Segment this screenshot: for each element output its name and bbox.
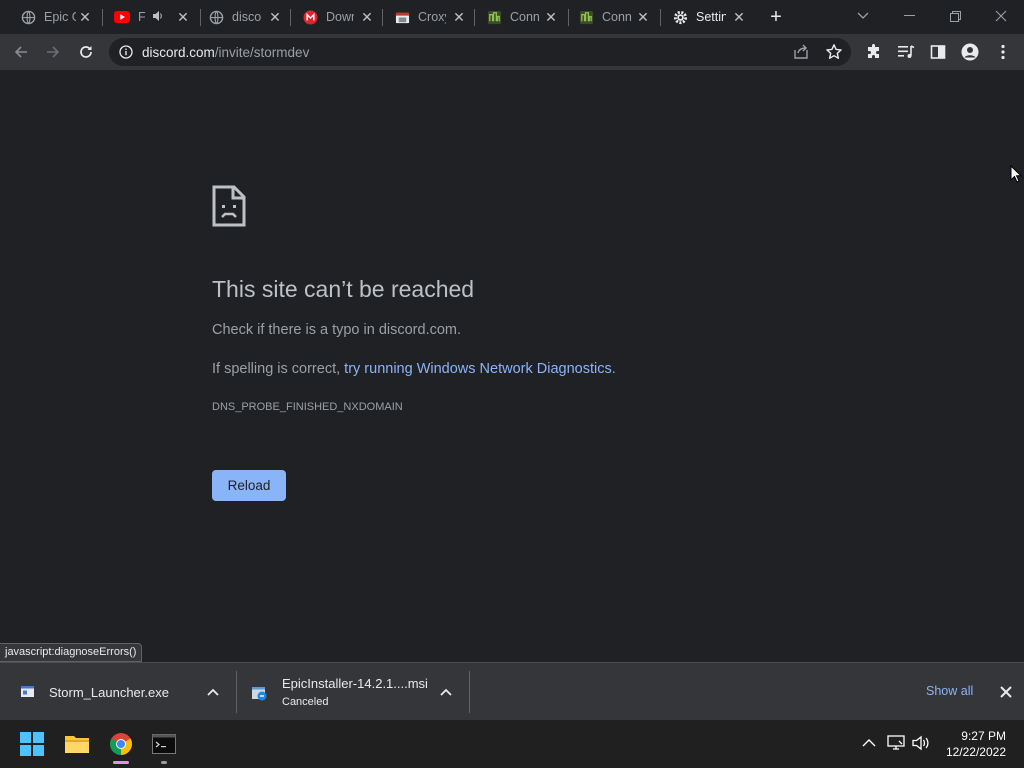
close-icon[interactable]: ✕	[732, 9, 746, 25]
chevron-up-icon[interactable]	[439, 685, 453, 699]
extensions-icon[interactable]	[865, 43, 883, 61]
close-icon[interactable]: ✕	[78, 9, 92, 25]
reload-icon[interactable]	[75, 41, 97, 63]
info-icon[interactable]	[119, 45, 133, 59]
download-separator	[469, 671, 470, 713]
sad-page-icon	[212, 185, 246, 227]
share-icon[interactable]	[793, 44, 809, 60]
system-clock[interactable]: 9:27 PM 12/22/2022	[944, 728, 1006, 760]
chevron-up-icon[interactable]	[206, 685, 220, 699]
youtube-icon	[114, 9, 130, 25]
connect-icon	[486, 9, 502, 25]
tab-croxy-proxy[interactable]: Croxy Proxy ✕	[374, 0, 476, 34]
terminal-icon[interactable]	[148, 728, 180, 764]
tab-epic-games[interactable]: Epic Games ✕	[0, 0, 102, 34]
browser-toolbar: discord.com/invite/stormdev	[0, 34, 1024, 70]
mouse-cursor-icon	[1010, 164, 1023, 183]
download-item-epic-installer[interactable]: EpicInstaller-14.2.1....msi Canceled	[237, 663, 469, 721]
connect-icon	[578, 9, 594, 25]
new-tab-button[interactable]: +	[766, 7, 786, 27]
profile-icon[interactable]	[961, 43, 979, 61]
globe-icon	[208, 9, 224, 25]
volume-icon[interactable]	[912, 734, 930, 752]
chrome-icon[interactable]	[105, 728, 137, 764]
tab-title: FORTNITE	[138, 10, 146, 24]
address-bar[interactable]: discord.com/invite/stormdev	[109, 38, 851, 66]
side-panel-icon[interactable]	[929, 43, 947, 61]
tab-title: Download	[326, 10, 354, 24]
reload-button[interactable]: Reload	[212, 470, 286, 501]
url-host: discord.com	[142, 45, 215, 60]
suggestion-prefix: If spelling is correct,	[212, 361, 345, 377]
exe-file-icon	[20, 684, 36, 700]
error-title: This site can’t be reached	[212, 276, 475, 302]
file-explorer-icon[interactable]	[61, 728, 93, 760]
close-icon[interactable]: ✕	[544, 9, 558, 25]
msi-file-icon	[251, 684, 267, 701]
error-suggestion-diagnostics: If spelling is correct, try running Wind…	[212, 361, 616, 377]
network-diagnostics-link[interactable]: try running Windows Network Diagnostics	[344, 361, 612, 377]
tab-settings[interactable]: Settings ✕	[652, 0, 756, 34]
croxy-icon	[394, 9, 410, 25]
speaker-icon[interactable]	[152, 10, 164, 25]
bookmark-star-icon[interactable]	[825, 43, 843, 61]
close-icon[interactable]: ✕	[636, 9, 650, 25]
forward-button[interactable]	[42, 41, 64, 63]
download-status: Canceled	[282, 696, 329, 708]
status-bubble: javascript:diagnoseErrors()	[0, 643, 143, 662]
close-icon[interactable]: ✕	[268, 9, 282, 25]
clock-time: 9:27 PM	[961, 729, 1006, 743]
show-all-link[interactable]: Show all	[926, 684, 973, 698]
tab-title: Settings	[696, 10, 726, 24]
tab-title: Connect	[602, 10, 632, 24]
tab-title: Connect	[510, 10, 540, 24]
tab-download[interactable]: Download ✕	[282, 0, 384, 34]
tab-title: Croxy Proxy	[418, 10, 446, 24]
network-icon[interactable]	[887, 734, 905, 752]
gear-icon	[672, 9, 688, 25]
page-content: This site can’t be reached Check if ther…	[0, 70, 1024, 662]
url-path: /invite/stormdev	[214, 45, 310, 60]
menu-kebab-icon[interactable]	[994, 43, 1012, 61]
minimize-button[interactable]	[886, 0, 932, 32]
tab-discord[interactable]: discord.com ✕	[188, 0, 292, 34]
windows-taskbar: 9:27 PM 12/22/2022	[0, 720, 1024, 768]
url-text: discord.com/invite/stormdev	[142, 45, 309, 60]
media-control-icon[interactable]	[897, 43, 915, 61]
clock-date: 12/22/2022	[945, 745, 1006, 759]
close-icon[interactable]	[998, 684, 1014, 700]
tab-title: Epic Games	[44, 10, 76, 24]
tab-connect-1[interactable]: Connect ✕	[466, 0, 568, 34]
back-button[interactable]	[10, 41, 32, 63]
close-icon[interactable]: ✕	[452, 9, 466, 25]
active-app-indicator	[113, 761, 129, 764]
download-filename: Storm_Launcher.exe	[49, 685, 169, 700]
tab-fortnite[interactable]: FORTNITE ✕	[94, 0, 200, 34]
globe-icon	[20, 9, 36, 25]
running-app-indicator	[161, 761, 167, 764]
tab-strip: Epic Games ✕ FORTNITE ✕ discord.com ✕ Do…	[0, 0, 1024, 34]
download-filename: EpicInstaller-14.2.1....msi	[282, 676, 428, 691]
close-icon[interactable]: ✕	[360, 9, 374, 25]
close-window-button[interactable]	[978, 0, 1024, 32]
download-item-storm-launcher[interactable]: Storm_Launcher.exe	[0, 663, 236, 721]
download-shelf: Storm_Launcher.exe EpicInstaller-14.2.1.…	[0, 662, 1024, 720]
tab-search-icon[interactable]	[840, 0, 886, 32]
suggestion-suffix: .	[611, 361, 616, 377]
tab-connect-2[interactable]: Connect ✕	[558, 0, 660, 34]
mega-icon	[302, 9, 318, 25]
windows-start-icon[interactable]	[16, 728, 48, 760]
restore-button[interactable]	[932, 0, 978, 32]
error-code: DNS_PROBE_FINISHED_NXDOMAIN	[212, 401, 403, 413]
chevron-up-icon[interactable]	[860, 734, 878, 752]
tab-title: discord.com	[232, 10, 262, 24]
error-suggestion-typo: Check if there is a typo in discord.com.	[212, 322, 462, 338]
